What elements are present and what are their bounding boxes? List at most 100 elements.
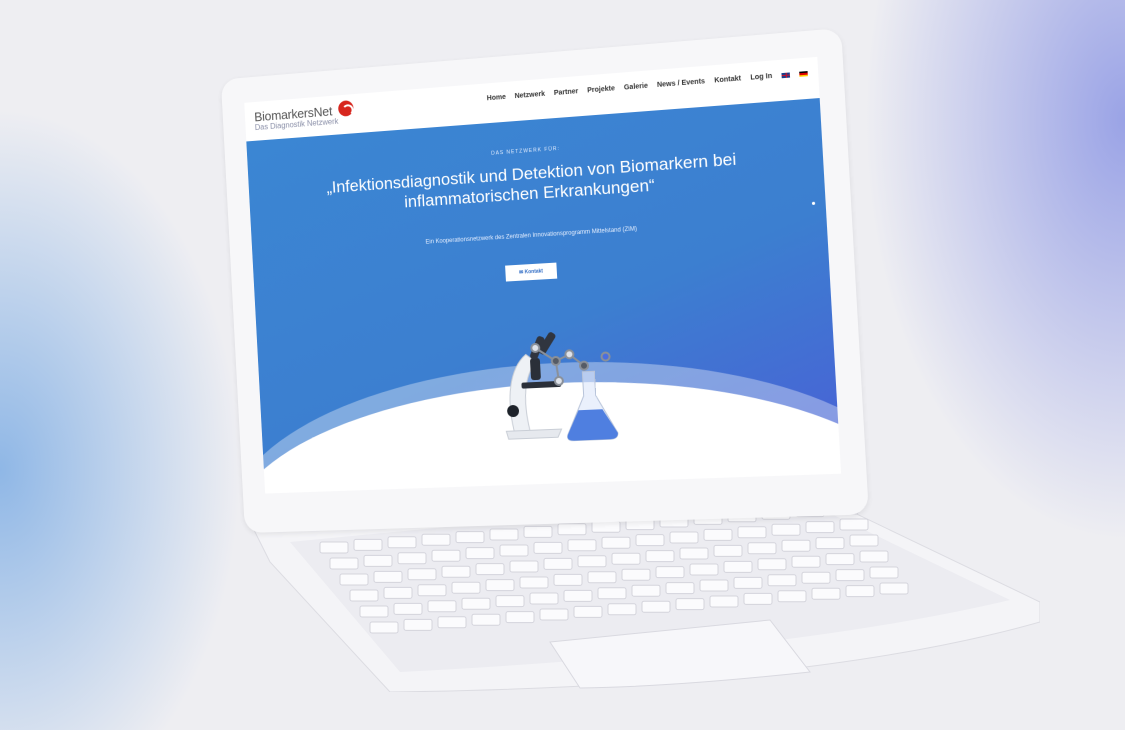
nav-kontakt[interactable]: Kontakt <box>714 75 741 84</box>
keyboard-key <box>496 596 524 607</box>
keyboard-key <box>500 545 528 556</box>
site-logo[interactable]: BiomarkersNet Das Diagnostik Netzwerk <box>254 103 339 132</box>
keyboard-key <box>768 575 796 586</box>
keyboard-key <box>564 590 592 601</box>
laptop-scene: BiomarkersNet Das Diagnostik Netzwerk Ho… <box>0 0 1125 730</box>
keyboard-key <box>880 583 908 594</box>
keyboard-key <box>598 588 626 599</box>
keyboard-key <box>540 609 568 620</box>
keyboard-key <box>360 606 388 617</box>
keyboard-key <box>544 558 572 569</box>
keyboard-key <box>428 601 456 612</box>
keyboard-key <box>554 574 582 585</box>
keyboard-key <box>534 542 562 553</box>
keyboard-key <box>806 522 834 533</box>
nav-partner[interactable]: Partner <box>554 88 579 97</box>
keyboard-key <box>778 591 806 602</box>
keyboard-key <box>840 519 868 530</box>
laptop-lid: BiomarkersNet Das Diagnostik Netzwerk Ho… <box>221 28 869 533</box>
keyboard-key <box>646 551 674 562</box>
keyboard-key <box>422 534 450 545</box>
keyboard-key <box>456 532 484 543</box>
contact-button[interactable]: ✉ Kontakt <box>505 263 557 282</box>
flag-de-icon[interactable] <box>799 71 808 77</box>
keyboard-key <box>340 574 368 585</box>
keyboard-key <box>850 535 878 546</box>
keyboard-key <box>530 593 558 604</box>
keyboard-key <box>656 567 684 578</box>
keyboard-key <box>622 569 650 580</box>
main-menu: Home Netzwerk Partner Projekte Galerie N… <box>487 70 808 102</box>
keyboard-key <box>384 587 412 598</box>
keyboard-key <box>690 564 718 575</box>
keyboard-key <box>364 555 392 566</box>
keyboard-key <box>826 554 854 565</box>
keyboard-key <box>374 571 402 582</box>
keyboard-key <box>442 566 470 577</box>
nav-projekte[interactable]: Projekte <box>587 85 615 94</box>
keyboard-key <box>758 559 786 570</box>
keyboard-key <box>408 569 436 580</box>
keyboard-key <box>578 556 606 567</box>
keyboard-key <box>558 524 586 535</box>
keyboard-key <box>404 619 432 630</box>
keyboard-key <box>592 521 620 532</box>
keyboard-key <box>486 580 514 591</box>
keyboard-key <box>510 561 538 572</box>
keyboard-key <box>330 558 358 569</box>
website-screen: BiomarkersNet Das Diagnostik Netzwerk Ho… <box>244 57 841 494</box>
keyboard-key <box>438 617 466 628</box>
keyboard-key <box>466 548 494 559</box>
keyboard-key <box>680 548 708 559</box>
keyboard-key <box>812 588 840 599</box>
logo-mark-icon <box>338 100 354 117</box>
keyboard-key <box>802 572 830 583</box>
keyboard-key <box>792 556 820 567</box>
keyboard-key <box>370 622 398 633</box>
keyboard-key <box>388 537 416 548</box>
keyboard-key <box>636 535 664 546</box>
keyboard-key <box>452 582 480 593</box>
keyboard-key <box>744 593 772 604</box>
keyboard-key <box>588 572 616 583</box>
keyboard-key <box>666 583 694 594</box>
keyboard-key <box>394 603 422 614</box>
keyboard-key <box>782 540 810 551</box>
nav-news-events[interactable]: News / Events <box>657 78 705 89</box>
keyboard-key <box>320 542 348 553</box>
keyboard-key <box>398 553 426 564</box>
keyboard-key <box>870 567 898 578</box>
keyboard-key <box>432 550 460 561</box>
nav-home[interactable]: Home <box>487 94 506 102</box>
keyboard-key <box>836 570 864 581</box>
lab-illustration <box>473 313 639 450</box>
scroll-dot[interactable] <box>812 202 815 205</box>
keyboard-key <box>816 538 844 549</box>
keyboard-key <box>506 612 534 623</box>
keyboard-key <box>846 586 874 597</box>
flask-illustration <box>564 370 618 441</box>
hero-section: DAS NETZWERK FÜR: „Infektionsdiagnostik … <box>246 98 841 494</box>
keyboard-key <box>568 540 596 551</box>
keyboard-key <box>472 614 500 625</box>
keyboard-key <box>642 601 670 612</box>
keyboard-key <box>714 545 742 556</box>
keyboard-key <box>418 585 446 596</box>
keyboard-key <box>738 527 766 538</box>
flag-uk-icon[interactable] <box>781 72 790 78</box>
keyboard-key <box>350 590 378 601</box>
keyboard-key <box>608 604 636 615</box>
keyboard-key <box>524 526 552 537</box>
keyboard-key <box>700 580 728 591</box>
keyboard-key <box>574 606 602 617</box>
keyboard-key <box>734 577 762 588</box>
nav-login[interactable]: Log In <box>750 73 772 82</box>
keyboard-key <box>710 596 738 607</box>
hero-subline: Ein Kooperationsnetzwerk des Zentralen I… <box>365 221 703 251</box>
keyboard-key <box>476 564 504 575</box>
nav-galerie[interactable]: Galerie <box>624 83 648 92</box>
keyboard-key <box>724 561 752 572</box>
keyboard-key <box>860 551 888 562</box>
keyboard-key <box>520 577 548 588</box>
nav-netzwerk[interactable]: Netzwerk <box>515 91 546 100</box>
